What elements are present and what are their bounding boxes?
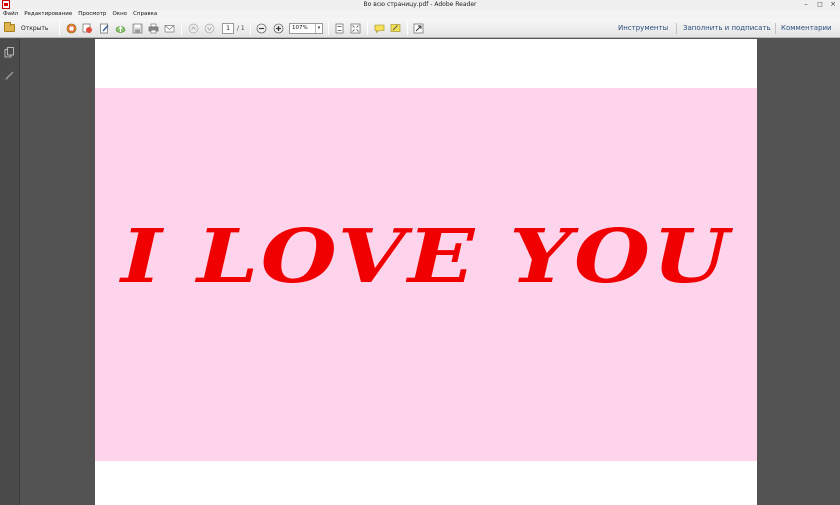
document-background-right — [757, 39, 840, 505]
page-thumbnails-icon[interactable] — [4, 43, 15, 58]
toolbar-separator — [367, 22, 368, 35]
fill-and-sign-button[interactable]: Заполнить и подписать — [683, 21, 771, 36]
chevron-down-icon[interactable]: ▾ — [315, 24, 322, 33]
window-title: Во всю страницу.pdf - Adobe Reader — [363, 1, 477, 8]
toolbar-separator — [328, 22, 329, 35]
menu-file[interactable]: Файл — [3, 10, 18, 19]
tools-button[interactable]: Инструменты — [618, 21, 668, 36]
signature-icon[interactable] — [4, 65, 15, 80]
toolbar-separator — [250, 22, 251, 35]
open-button[interactable]: Открыть — [4, 22, 54, 34]
love-text: I LOVE YOU — [120, 214, 732, 300]
document-area[interactable]: I LOVE YOU — [21, 39, 840, 505]
menu-edit[interactable]: Редактирование — [24, 10, 72, 19]
minimize-button[interactable]: – — [800, 0, 812, 9]
comment-icon[interactable] — [374, 23, 385, 34]
print-icon[interactable] — [148, 23, 159, 34]
adobe-reader-window: Во всю страницу.pdf - Adobe Reader – ◻ ×… — [0, 0, 840, 505]
combine-files-icon[interactable] — [82, 23, 93, 34]
zoom-in-icon[interactable] — [273, 23, 284, 34]
pdf-page: I LOVE YOU — [95, 39, 757, 505]
pink-banner: I LOVE YOU — [95, 88, 757, 461]
edit-document-icon[interactable] — [99, 23, 110, 34]
cloud-upload-icon[interactable] — [115, 23, 126, 34]
menu-view[interactable]: Просмотр — [78, 10, 106, 19]
create-pdf-icon[interactable] — [66, 23, 77, 34]
save-icon[interactable] — [132, 23, 143, 34]
toolbar: Открыть 1 / 1 107% ▾ Инструменты Заполни… — [0, 19, 840, 38]
next-page-icon[interactable] — [204, 23, 215, 34]
toolbar-separator — [775, 23, 776, 34]
title-bar: Во всю страницу.pdf - Adobe Reader – ◻ × — [0, 0, 840, 10]
toolbar-separator — [59, 22, 60, 35]
menu-window[interactable]: Окно — [112, 10, 127, 19]
full-screen-icon[interactable] — [350, 23, 361, 34]
menu-bar: Файл Редактирование Просмотр Окно Справк… — [0, 10, 840, 19]
toolbar-separator — [181, 22, 182, 35]
maximize-button[interactable]: ◻ — [814, 0, 826, 9]
folder-icon — [4, 22, 15, 32]
highlight-icon[interactable] — [390, 23, 401, 34]
expand-icon[interactable] — [413, 23, 424, 34]
comments-button[interactable]: Комментарии — [781, 21, 832, 36]
fit-page-icon[interactable] — [334, 23, 345, 34]
zoom-value: 107% — [292, 25, 308, 31]
close-button[interactable]: × — [827, 0, 839, 9]
page-number-input[interactable]: 1 — [222, 23, 234, 34]
previous-page-icon[interactable] — [188, 23, 199, 34]
navigation-pane — [0, 39, 20, 505]
toolbar-separator — [676, 23, 677, 34]
menu-help[interactable]: Справка — [133, 10, 157, 19]
open-label: Открыть — [21, 24, 49, 32]
page-total: / 1 — [237, 25, 245, 32]
zoom-out-icon[interactable] — [256, 23, 267, 34]
email-icon[interactable] — [164, 23, 175, 34]
zoom-select[interactable]: 107% ▾ — [289, 23, 323, 34]
toolbar-separator — [407, 22, 408, 35]
